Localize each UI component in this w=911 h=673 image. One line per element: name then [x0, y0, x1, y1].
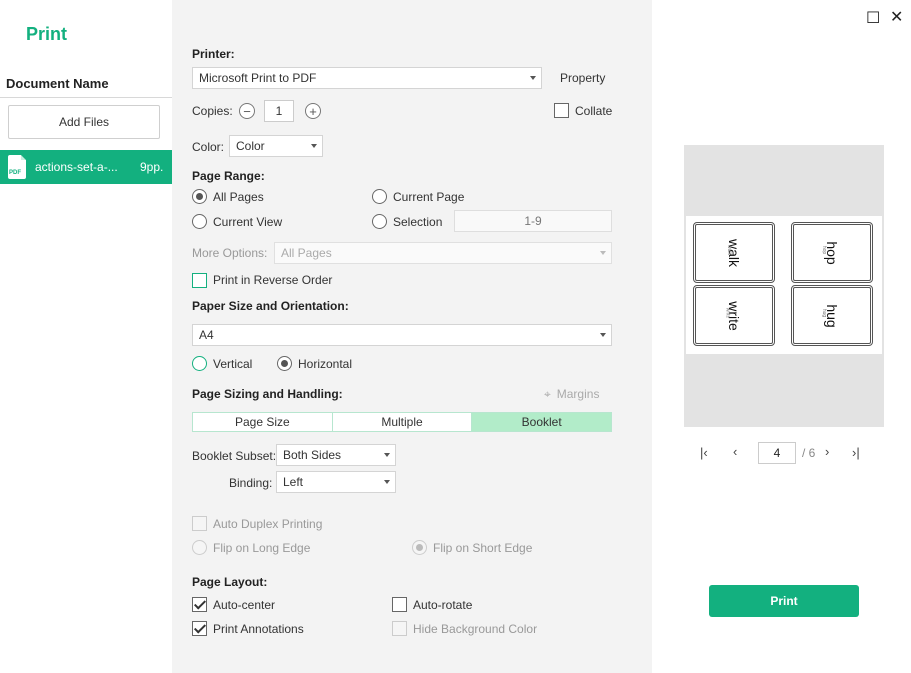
preview-card: hug hug — [791, 285, 873, 346]
horizontal-label: Horizontal — [298, 357, 353, 371]
current-page-radio[interactable] — [372, 189, 387, 204]
print-settings-panel: Printer: Microsoft Print to PDF Property… — [172, 0, 652, 673]
minus-icon[interactable]: − — [239, 103, 255, 119]
flip-short-edge-radio[interactable] — [412, 540, 427, 555]
more-options-label: More Options: — [192, 246, 268, 260]
sizing-tabs: Page Size Multiple Booklet — [192, 412, 612, 432]
more-options-select[interactable]: All Pages — [274, 242, 612, 264]
copies-input[interactable]: 1 — [264, 100, 294, 122]
chevron-down-icon — [311, 144, 317, 148]
last-page-icon[interactable]: ›| — [852, 445, 860, 460]
plus-icon[interactable]: + — [305, 103, 321, 119]
divider — [0, 97, 172, 98]
auto-duplex-label: Auto Duplex Printing — [213, 517, 323, 531]
preview-card: walk walk — [693, 222, 775, 283]
current-page-label: Current Page — [393, 190, 465, 204]
preview-card: hop hop — [791, 222, 873, 283]
page-sizing-heading: Page Sizing and Handling: — [192, 387, 343, 401]
first-page-icon[interactable]: |‹ — [700, 445, 708, 460]
hide-background-label: Hide Background Color — [413, 622, 538, 636]
card-small-word: hop — [821, 245, 828, 255]
pdf-file-icon: PDF — [8, 155, 26, 179]
margins-label: Margins — [556, 387, 600, 401]
page-layout-heading: Page Layout: — [192, 575, 268, 589]
document-name-heading: Document Name — [6, 76, 109, 91]
page-number-input[interactable]: 4 — [758, 442, 796, 464]
paper-size-value: A4 — [199, 328, 214, 342]
print-annotations-label: Print Annotations — [213, 622, 304, 636]
printer-select[interactable]: Microsoft Print to PDF — [192, 67, 542, 89]
color-select[interactable]: Color — [229, 135, 323, 157]
auto-duplex-checkbox[interactable] — [192, 516, 207, 531]
binding-value: Left — [283, 475, 304, 489]
card-small-word: write — [724, 307, 731, 319]
document-panel: Print Document Name Add Files PDF action… — [0, 0, 172, 673]
collate-label: Collate — [575, 104, 613, 118]
maximize-icon[interactable]: ☐ — [866, 8, 880, 28]
file-list-item[interactable]: PDF actions-set-a-... 9pp. — [0, 150, 172, 184]
all-pages-label: All Pages — [213, 190, 264, 204]
file-page-count: 9pp. — [140, 160, 164, 174]
color-value: Color — [236, 139, 265, 153]
auto-rotate-checkbox[interactable] — [392, 597, 407, 612]
tab-multiple[interactable]: Multiple — [333, 413, 473, 431]
copies-label: Copies: — [192, 104, 233, 118]
horizontal-radio[interactable] — [277, 356, 292, 371]
chevron-down-icon — [600, 251, 606, 255]
prev-page-icon[interactable]: ‹ — [733, 444, 737, 459]
booklet-subset-value: Both Sides — [283, 448, 342, 462]
chevron-down-icon — [600, 333, 606, 337]
selection-radio[interactable] — [372, 214, 387, 229]
tab-booklet[interactable]: Booklet — [472, 413, 612, 431]
preview-sheet: walk walk hop hop write write hug hug — [686, 216, 882, 354]
chevron-down-icon — [384, 453, 390, 457]
print-annotations-checkbox[interactable] — [192, 621, 207, 636]
reverse-order-checkbox[interactable] — [192, 273, 207, 288]
paper-size-select[interactable]: A4 — [192, 324, 612, 346]
auto-center-checkbox[interactable] — [192, 597, 207, 612]
color-label: Color: — [192, 140, 225, 154]
margins-button[interactable]: ⌖ Margins — [544, 387, 599, 402]
add-files-button[interactable]: Add Files — [8, 105, 160, 139]
page-range-heading: Page Range: — [192, 169, 265, 183]
binding-select[interactable]: Left — [276, 471, 396, 493]
more-options-value: All Pages — [281, 246, 332, 260]
current-view-label: Current View — [213, 215, 283, 229]
chevron-down-icon — [384, 480, 390, 484]
chevron-down-icon — [530, 76, 536, 80]
collate-checkbox[interactable] — [554, 103, 569, 118]
next-page-icon[interactable]: › — [825, 444, 829, 459]
card-small-word: walk — [726, 244, 733, 256]
binding-label: Binding: — [229, 476, 273, 490]
selection-label: Selection — [393, 215, 443, 229]
print-button[interactable]: Print — [709, 585, 859, 617]
current-view-radio[interactable] — [192, 214, 207, 229]
total-pages: / 6 — [802, 446, 816, 460]
flip-long-edge-label: Flip on Long Edge — [213, 541, 311, 555]
close-icon[interactable]: ✕ — [890, 7, 903, 27]
printer-value: Microsoft Print to PDF — [199, 71, 317, 85]
margins-icon: ⌖ — [544, 387, 551, 401]
dialog-title: Print — [26, 24, 68, 44]
vertical-radio[interactable] — [192, 356, 207, 371]
preview-card: write write — [693, 285, 775, 346]
tab-page-size[interactable]: Page Size — [193, 413, 333, 431]
printer-label: Printer: — [192, 47, 235, 61]
vertical-label: Vertical — [213, 357, 253, 371]
paper-heading: Paper Size and Orientation: — [192, 299, 349, 313]
page-range-input[interactable]: 1-9 — [454, 210, 612, 232]
reverse-order-label: Print in Reverse Order — [213, 273, 333, 287]
file-name: actions-set-a-... — [35, 160, 118, 174]
booklet-subset-label: Booklet Subset: — [192, 449, 277, 463]
property-button[interactable]: Property — [560, 71, 605, 85]
all-pages-radio[interactable] — [192, 189, 207, 204]
hide-background-checkbox[interactable] — [392, 621, 407, 636]
flip-short-edge-label: Flip on Short Edge — [433, 541, 533, 555]
auto-center-label: Auto-center — [213, 598, 276, 612]
flip-long-edge-radio[interactable] — [192, 540, 207, 555]
auto-rotate-label: Auto-rotate — [413, 598, 473, 612]
booklet-subset-select[interactable]: Both Sides — [276, 444, 396, 466]
card-small-word: hug — [821, 308, 828, 318]
